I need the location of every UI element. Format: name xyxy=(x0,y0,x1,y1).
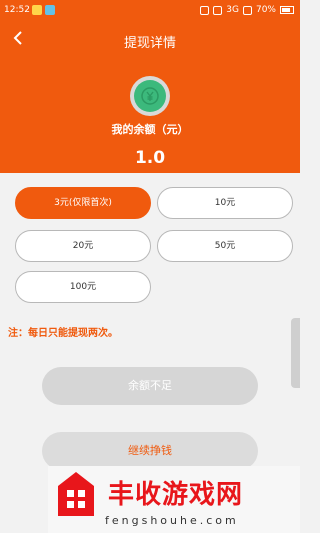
house-logo-icon xyxy=(58,472,94,516)
balance-label: 我的余额（元） xyxy=(111,123,189,136)
status-bar: 12:52 3G 70% xyxy=(0,0,300,22)
notification-icon xyxy=(32,5,42,15)
withdraw-note: 注：每日只能提现两次。 xyxy=(8,328,118,339)
battery-percent: 70% xyxy=(255,5,276,15)
balance-value: 1.0 xyxy=(134,148,166,168)
page-title: 提现详情 xyxy=(123,36,176,51)
watermark-brand: 丰收游戏网 xyxy=(108,480,244,510)
amount-option-100[interactable]: 100元 xyxy=(15,271,151,303)
wifi-icon xyxy=(213,5,223,15)
scrollbar[interactable] xyxy=(291,318,300,388)
amount-option-20[interactable]: 20元 xyxy=(15,230,151,262)
status-indicators: 3G 70% xyxy=(200,5,294,15)
coin-icon xyxy=(130,76,170,116)
notification-icon xyxy=(45,5,55,15)
network-label: 3G xyxy=(226,5,239,15)
battery-icon xyxy=(280,6,294,14)
insufficient-balance-button[interactable]: 余额不足 xyxy=(42,367,258,405)
watermark-url: fengshouhe.com xyxy=(105,514,239,527)
amount-option-3[interactable]: 3元(仅限首次) xyxy=(15,187,151,219)
continue-earning-button[interactable]: 继续挣钱 xyxy=(42,432,258,470)
status-time: 12:52 xyxy=(4,5,30,15)
signal-icon xyxy=(242,5,252,15)
amount-option-10[interactable]: 10元 xyxy=(157,187,293,219)
vibrate-icon xyxy=(200,5,210,15)
amount-option-50[interactable]: 50元 xyxy=(157,230,293,262)
